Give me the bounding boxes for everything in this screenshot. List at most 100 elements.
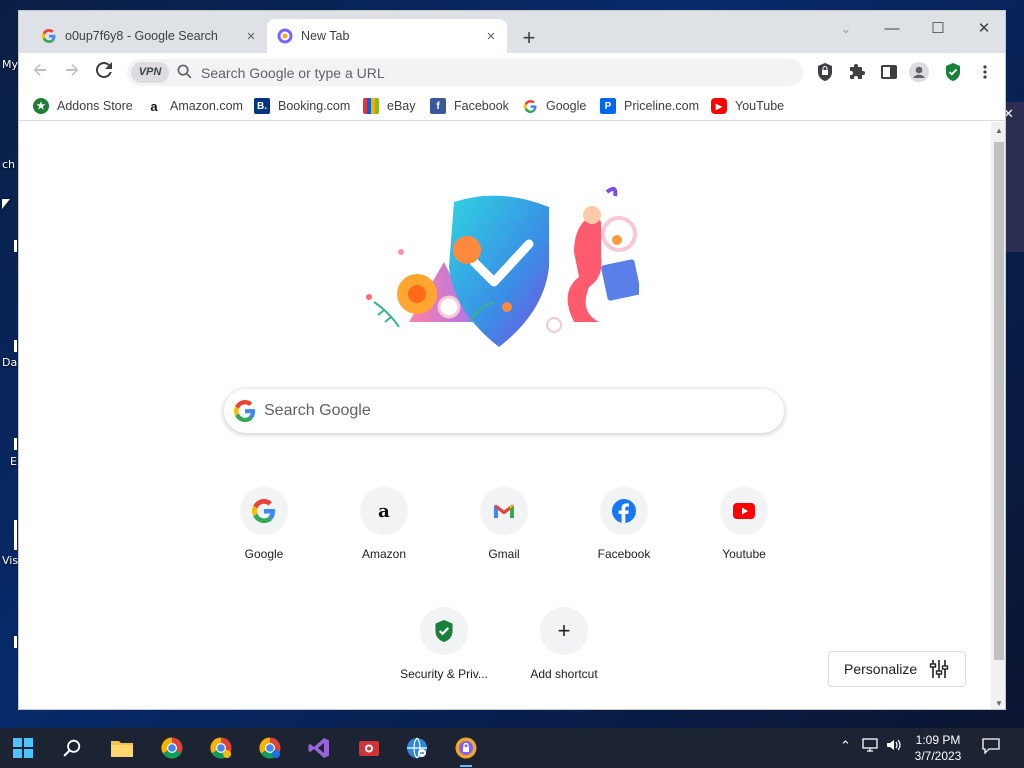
windows-start-icon[interactable]: [8, 734, 38, 762]
side-panel-icon[interactable]: [879, 62, 899, 82]
shield-extension-icon[interactable]: [815, 62, 835, 82]
personalize-label: Personalize: [844, 661, 918, 677]
mouse-cursor-icon: [2, 199, 10, 209]
amazon-icon: a: [146, 98, 162, 114]
clock-date: 3/7/2023: [914, 749, 962, 763]
shortcut-label: Add shortcut: [530, 667, 598, 681]
bookmark-booking[interactable]: B. Booking.com: [254, 96, 350, 116]
desktop-icon-label[interactable]: Da: [2, 356, 17, 369]
close-window-button[interactable]: ✕: [961, 15, 1005, 43]
search-icon[interactable]: [57, 734, 87, 762]
minimize-button[interactable]: —: [869, 15, 915, 43]
facebook-icon: f: [430, 98, 446, 114]
desktop-icon[interactable]: [14, 340, 17, 352]
chrome-icon[interactable]: [157, 734, 187, 762]
browser-window: o0up7f6y8 - Google Search × New Tab × + …: [18, 10, 1006, 710]
desktop-icon-label[interactable]: My: [2, 58, 18, 71]
vertical-scrollbar[interactable]: ▲ ▼: [991, 122, 1005, 709]
add-shortcut-button[interactable]: + Add shortcut: [508, 607, 620, 709]
maximize-button[interactable]: ☐: [915, 15, 961, 43]
back-button[interactable]: [27, 59, 53, 85]
bookmark-label: YouTube: [735, 99, 785, 113]
desktop-icon[interactable]: [14, 520, 17, 550]
address-bar-placeholder[interactable]: Search Google or type a URL: [201, 65, 385, 81]
scrollbar-thumb[interactable]: [994, 142, 1004, 660]
shortcut-label: Google: [244, 547, 284, 561]
bookmark-amazon[interactable]: a Amazon.com: [146, 96, 243, 116]
booking-icon: B.: [254, 98, 270, 114]
google-logo-icon: [234, 400, 256, 427]
file-explorer-icon[interactable]: [107, 734, 137, 762]
amazon-icon: a: [360, 487, 408, 535]
bookmark-addons-store[interactable]: ★ Addons Store: [33, 96, 133, 116]
show-hidden-icons-chevron-icon[interactable]: ⌃: [840, 738, 851, 754]
desktop-icon-label[interactable]: Vis: [2, 554, 18, 567]
desktop-icon[interactable]: [14, 636, 17, 648]
notifications-icon[interactable]: [982, 738, 1000, 757]
facebook-icon: [600, 487, 648, 535]
more-menu-icon[interactable]: [975, 62, 995, 82]
shortcut-google[interactable]: Google: [208, 487, 320, 599]
desktop-icon-label[interactable]: ch: [2, 158, 15, 171]
tab-google-search[interactable]: o0up7f6y8 - Google Search ×: [31, 19, 267, 53]
network-globe-icon[interactable]: [402, 734, 432, 762]
shortcut-label: Amazon: [361, 547, 407, 561]
shortcut-facebook[interactable]: Facebook: [568, 487, 680, 599]
shortcut-amazon[interactable]: a Amazon: [328, 487, 440, 599]
personalize-button[interactable]: Personalize: [828, 651, 966, 687]
tab-close-icon[interactable]: ×: [481, 28, 501, 45]
sliders-icon: [929, 660, 949, 678]
bookmark-facebook[interactable]: f Facebook: [430, 96, 509, 116]
bookmark-ebay[interactable]: eBay: [363, 96, 416, 116]
google-favicon-icon: [41, 28, 57, 44]
tab-close-icon[interactable]: ×: [241, 28, 261, 45]
address-bar[interactable]: VPN Search Google or type a URL: [127, 59, 803, 86]
new-tab-favicon-icon: [277, 28, 293, 44]
scroll-up-arrow-icon[interactable]: ▲: [995, 126, 1003, 135]
bookmark-youtube[interactable]: ▶ YouTube: [711, 96, 784, 116]
profile-avatar-icon[interactable]: [909, 62, 929, 82]
chrome-profile-icon[interactable]: [206, 734, 236, 762]
security-shield-icon[interactable]: [943, 62, 963, 82]
visual-studio-icon[interactable]: [304, 734, 334, 762]
network-icon[interactable]: [862, 738, 878, 755]
scroll-down-arrow-icon[interactable]: ▼: [995, 699, 1003, 708]
gmail-icon: [480, 487, 528, 535]
tab-title: New Tab: [301, 29, 350, 43]
priceline-icon: P: [600, 98, 616, 114]
reload-icon: [95, 61, 112, 78]
tab-new-tab[interactable]: New Tab ×: [267, 19, 507, 53]
reload-button[interactable]: [91, 59, 117, 85]
new-tab-page: Search Google Google a Amazon Gmail Face…: [19, 122, 991, 709]
clock-time: 1:09 PM: [915, 733, 961, 747]
desktop-icon[interactable]: [14, 438, 17, 450]
youtube-icon: ▶: [711, 98, 727, 114]
chrome-profile-icon[interactable]: [255, 734, 285, 762]
google-search-box[interactable]: Search Google: [224, 389, 784, 433]
tab-title: o0up7f6y8 - Google Search: [65, 29, 218, 43]
bookmark-label: Facebook: [454, 99, 509, 113]
background-window[interactable]: [1004, 102, 1024, 252]
extensions-puzzle-icon[interactable]: [847, 62, 867, 82]
shortcut-security-privacy[interactable]: Security & Priv...: [388, 607, 500, 709]
volume-icon[interactable]: [886, 738, 902, 755]
browser-toolbar: VPN Search Google or type a URL: [19, 53, 1005, 91]
desktop-icon[interactable]: [14, 240, 17, 252]
forward-arrow-icon: [66, 64, 79, 76]
search-placeholder[interactable]: Search Google: [264, 402, 371, 420]
shortcut-youtube[interactable]: Youtube: [688, 487, 800, 599]
bookmark-label: Amazon.com: [170, 99, 243, 113]
bookmark-label: Priceline.com: [624, 99, 700, 113]
screen-recorder-icon[interactable]: [354, 734, 384, 762]
desktop-icon-label[interactable]: E: [10, 455, 17, 468]
shortcut-gmail[interactable]: Gmail: [448, 487, 560, 599]
bookmark-google[interactable]: Google: [522, 96, 586, 116]
tab-search-button[interactable]: ⌄: [823, 15, 869, 43]
doodle-illustration: [349, 182, 641, 352]
bookmark-priceline[interactable]: P Priceline.com: [600, 96, 699, 116]
vpn-button[interactable]: VPN: [131, 62, 169, 83]
new-tab-button[interactable]: +: [515, 25, 543, 53]
secure-browser-icon[interactable]: [451, 734, 481, 767]
forward-button[interactable]: [59, 59, 85, 85]
system-clock[interactable]: 1:09 PM 3/7/2023: [905, 732, 971, 764]
